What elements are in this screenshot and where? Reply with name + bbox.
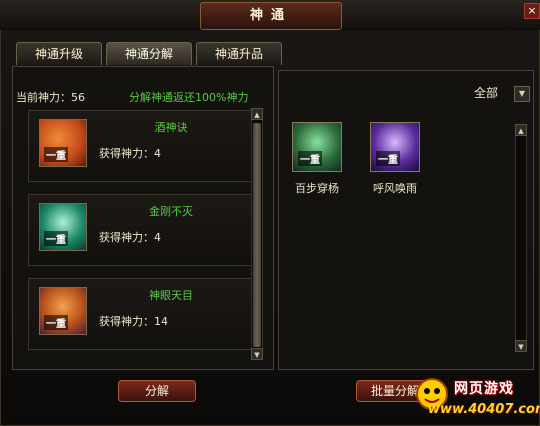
chevron-down-icon[interactable]: ▼ (514, 86, 530, 102)
filter-value: 全部 (474, 86, 499, 100)
power-gain: 获得神力：14 (99, 315, 168, 328)
site-watermark-logo: 网页游戏 www.40407.com (412, 374, 540, 426)
skill-name: 酒神诀 (154, 121, 188, 134)
right-scrollbar[interactable]: ▲ ▼ (515, 124, 527, 352)
power-gain: 获得神力：4 (99, 231, 161, 244)
storm-skill-icon[interactable]: 一重 (370, 122, 420, 172)
skill-card[interactable]: 一重 酒神诀 获得神力：4 (28, 110, 254, 182)
tier-badge: 一重 (298, 151, 322, 166)
tier-badge: 一重 (376, 151, 400, 166)
watermark-url: www.40407.com (428, 402, 540, 417)
scroll-down-icon[interactable]: ▼ (515, 340, 527, 352)
tab-decompose[interactable]: 神通分解 (106, 42, 192, 65)
current-power: 当前神力：56 (16, 91, 85, 104)
window-title: 神通 (200, 2, 342, 30)
scroll-down-icon[interactable]: ▼ (251, 348, 263, 360)
tab-upgrade[interactable]: 神通升级 (16, 42, 102, 65)
skill-name: 金刚不灭 (149, 205, 193, 218)
skill-name: 呼风唤雨 (373, 182, 417, 195)
watermark-title: 网页游戏 (454, 381, 514, 397)
skill-name: 神眼天目 (149, 289, 193, 302)
title-bar: 神通 × (0, 0, 540, 30)
skill-list-panel (278, 70, 534, 370)
power-gain: 获得神力：4 (99, 147, 161, 160)
decompose-button[interactable]: 分解 (118, 380, 196, 402)
filter-dropdown[interactable]: 全部 ▼ (462, 84, 532, 102)
skill-card[interactable]: 一重 神眼天目 获得神力：14 (28, 278, 254, 350)
tier-badge: 一重 (44, 147, 68, 162)
scroll-up-icon[interactable]: ▲ (515, 124, 527, 136)
tier-badge: 一重 (44, 231, 68, 246)
refund-note: 分解神通返还100%神力 (129, 91, 249, 104)
skill-name: 百步穿杨 (295, 182, 339, 195)
close-button[interactable]: × (524, 3, 540, 19)
tier-badge: 一重 (44, 315, 68, 330)
tab-promote[interactable]: 神通升品 (196, 42, 282, 65)
arrow-skill-icon[interactable]: 一重 (292, 122, 342, 172)
scroll-up-icon[interactable]: ▲ (251, 108, 263, 120)
left-scrollbar[interactable]: ▲ ▼ (251, 108, 263, 360)
scroll-thumb[interactable] (253, 123, 261, 347)
skill-card[interactable]: 一重 金刚不灭 获得神力：4 (28, 194, 254, 266)
